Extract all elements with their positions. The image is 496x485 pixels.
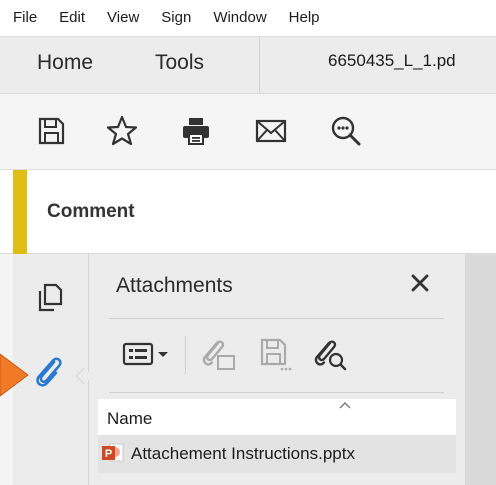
tab-tools[interactable]: Tools [155,51,204,75]
menu-view[interactable]: View [94,0,148,36]
comment-accent-strip [13,170,27,254]
list-header: Name [98,399,456,435]
bookmark-star-icon[interactable] [103,112,141,150]
svg-text:P: P [105,448,112,460]
save-icon[interactable] [32,112,70,150]
comment-label[interactable]: Comment [47,201,135,223]
tab-document[interactable]: 6650435_L_1.pd [328,51,456,71]
menu-bar: File Edit View Sign Window Help [0,0,496,36]
attachments-panel: Attachments Name P Attachement Instructi… [89,254,465,485]
zoom-search-icon[interactable] [327,112,365,150]
menu-sign[interactable]: Sign [148,0,200,36]
menu-help[interactable]: Help [276,0,329,36]
panel-divider [109,392,444,393]
print-icon[interactable] [177,112,215,150]
add-file-icon[interactable] [196,334,240,374]
page-thumbnails-icon[interactable] [31,280,67,316]
menu-edit[interactable]: Edit [46,0,94,36]
panel-divider [109,318,444,319]
panel-title: Attachments [116,274,233,297]
main-toolbar [0,94,496,170]
search-attachment-icon[interactable] [308,334,352,374]
attachments-paperclip-icon[interactable] [31,354,67,390]
attachment-row[interactable]: P Attachement Instructions.pptx [98,435,456,473]
tab-home[interactable]: Home [37,51,93,75]
attachment-file-name: Attachement Instructions.pptx [131,444,355,463]
save-attachment-icon[interactable] [253,334,297,374]
email-icon[interactable] [252,112,290,150]
comment-tool-bar: Comment [0,170,496,254]
sort-ascending-icon[interactable] [338,399,352,411]
column-header-name[interactable]: Name [107,409,152,429]
close-icon[interactable] [408,271,432,295]
options-menu-icon[interactable] [116,334,176,374]
toolbar-divider [185,336,186,374]
tab-divider [259,37,260,93]
document-area-edge [465,254,496,485]
tab-bar: Home Tools 6650435_L_1.pd [0,36,496,94]
menu-window[interactable]: Window [200,0,275,36]
powerpoint-file-icon: P [102,443,124,462]
highlight-arrow-icon [0,353,29,397]
menu-file[interactable]: File [0,0,46,36]
